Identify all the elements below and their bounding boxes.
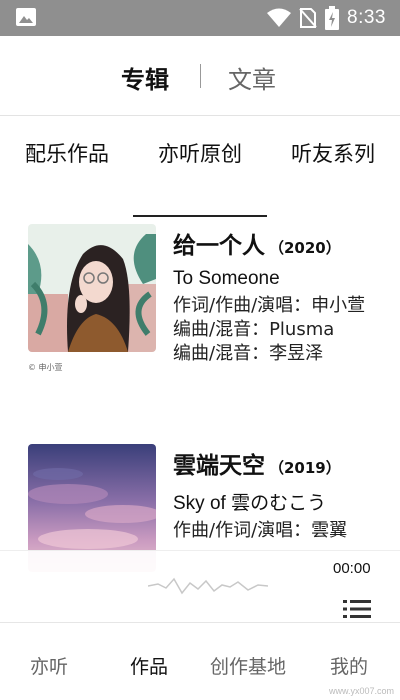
category-tab-original[interactable]: 亦听原创 [155,141,245,167]
mini-player[interactable]: 00:00 [0,550,400,622]
header-tabs: 专辑 文章 [0,36,400,116]
tab-album[interactable]: 专辑 [121,60,169,95]
album-credit: 作曲/作词/演唱：雲翼 [173,520,348,541]
nav-item-works[interactable]: 作品 [130,652,168,679]
album-info: 给一个人 （2020） To Someone 作词/作曲/演唱：申小萱 编曲/混… [173,226,383,366]
cover-copyright: © 申小萱 [28,363,63,372]
album-year: （2020） [269,239,341,257]
album-subtitle: Sky of 雲のむこう [173,493,327,514]
tab-divider [200,64,201,88]
status-time: 8:33 [347,7,386,28]
nav-item-yiting[interactable]: 亦听 [30,652,68,679]
no-sim-icon [299,8,317,28]
nav-item-creation-base[interactable]: 创作基地 [210,652,286,679]
waveform-icon [148,577,268,595]
active-tab-indicator [133,215,267,217]
album-cover-art [28,224,156,352]
album-credit: 编曲/混音：Plusma [173,319,335,340]
category-tabs: 配乐作品 亦听原创 听友系列 [0,116,400,218]
album-title: 给一个人 [173,233,265,259]
album-cover[interactable] [28,224,156,352]
wifi-icon [267,8,292,27]
category-tab-listener-series[interactable]: 听友系列 [288,141,378,167]
status-bar: 8:33 [0,0,400,36]
album-title: 雲端天空 [173,453,265,479]
category-tab-soundtrack[interactable]: 配乐作品 [22,141,112,167]
watermark: www.yx007.com [328,686,394,696]
album-year: （2019） [269,459,341,477]
album-subtitle: To Someone [173,268,280,289]
playlist-icon[interactable] [343,599,371,619]
battery-charging-icon [325,6,340,30]
bottom-navigation: 亦听 作品 创作基地 我的 www.yx007.com [0,622,400,700]
album-credit: 编曲/混音：李昱泽 [173,343,324,364]
tab-article[interactable]: 文章 [228,60,276,95]
nav-item-mine[interactable]: 我的 [330,652,368,679]
album-credit: 作词/作曲/演唱：申小萱 [173,295,366,316]
player-time: 00:00 [333,560,371,577]
album-info: 雲端天空 （2019） Sky of 雲のむこう 作曲/作词/演唱：雲翼 [173,446,383,543]
image-icon [16,8,36,26]
